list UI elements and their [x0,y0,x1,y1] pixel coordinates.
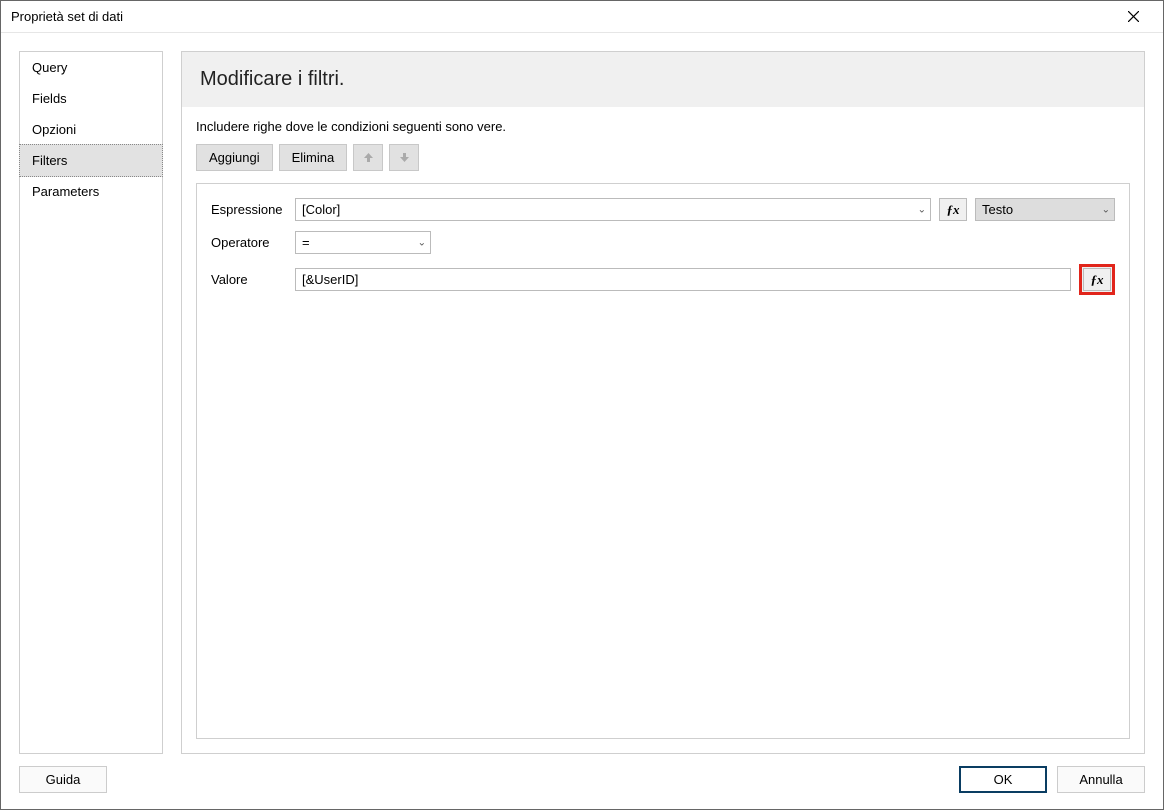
cancel-button[interactable]: Annulla [1057,766,1145,793]
help-button[interactable]: Guida [19,766,107,793]
main-panel: Modificare i filtri. Includere righe dov… [181,51,1145,754]
type-combo[interactable]: Testo ⌄ [975,198,1115,221]
value-fx-button[interactable]: ƒx [1079,264,1115,295]
page-title: Modificare i filtri. [182,52,1144,107]
window-title: Proprietà set di dati [11,9,1113,24]
move-down-button[interactable] [389,144,419,171]
arrow-up-icon [363,152,374,163]
main-body: Includere righe dove le condizioni segue… [182,107,1144,753]
sidebar-item-query[interactable]: Query [20,52,162,83]
dialog-body: Query Fields Opzioni Filters Parameters … [1,33,1163,754]
arrow-down-icon [399,152,410,163]
value-row: Valore [&UserID] ƒx [211,264,1115,295]
value-label: Valore [211,272,287,287]
dialog-window: Proprietà set di dati Query Fields Opzio… [0,0,1164,810]
dialog-footer: Guida OK Annulla [1,754,1163,809]
ok-button[interactable]: OK [959,766,1047,793]
value-input[interactable]: [&UserID] [295,268,1071,291]
chevron-down-icon: ⌄ [1102,204,1110,215]
fx-icon: ƒx [1091,272,1104,288]
close-icon [1128,11,1139,22]
instruction-text: Includere righe dove le condizioni segue… [196,119,1130,134]
type-value: Testo [982,202,1013,217]
sidebar: Query Fields Opzioni Filters Parameters [19,51,163,754]
sidebar-item-opzioni[interactable]: Opzioni [20,114,162,145]
operator-value: = [302,235,310,250]
expression-combo[interactable]: [Color] ⌄ [295,198,931,221]
sidebar-item-filters[interactable]: Filters [19,144,163,177]
filter-toolbar: Aggiungi Elimina [196,144,1130,171]
operator-combo[interactable]: = ⌄ [295,231,431,254]
close-button[interactable] [1113,2,1153,32]
fx-icon: ƒx [947,202,960,218]
expression-fx-button[interactable]: ƒx [939,198,967,221]
operator-label: Operatore [211,235,287,250]
operator-row: Operatore = ⌄ [211,231,1115,254]
filter-definition-box: Espressione [Color] ⌄ ƒx Testo ⌄ [196,183,1130,739]
chevron-down-icon: ⌄ [918,204,926,215]
value-text: [&UserID] [302,272,358,287]
expression-value: [Color] [302,202,340,217]
expression-row: Espressione [Color] ⌄ ƒx Testo ⌄ [211,198,1115,221]
chevron-down-icon: ⌄ [418,237,426,248]
expression-label: Espressione [211,202,287,217]
move-up-button[interactable] [353,144,383,171]
sidebar-item-fields[interactable]: Fields [20,83,162,114]
titlebar: Proprietà set di dati [1,1,1163,33]
delete-button[interactable]: Elimina [279,144,348,171]
sidebar-item-parameters[interactable]: Parameters [20,176,162,207]
add-button[interactable]: Aggiungi [196,144,273,171]
